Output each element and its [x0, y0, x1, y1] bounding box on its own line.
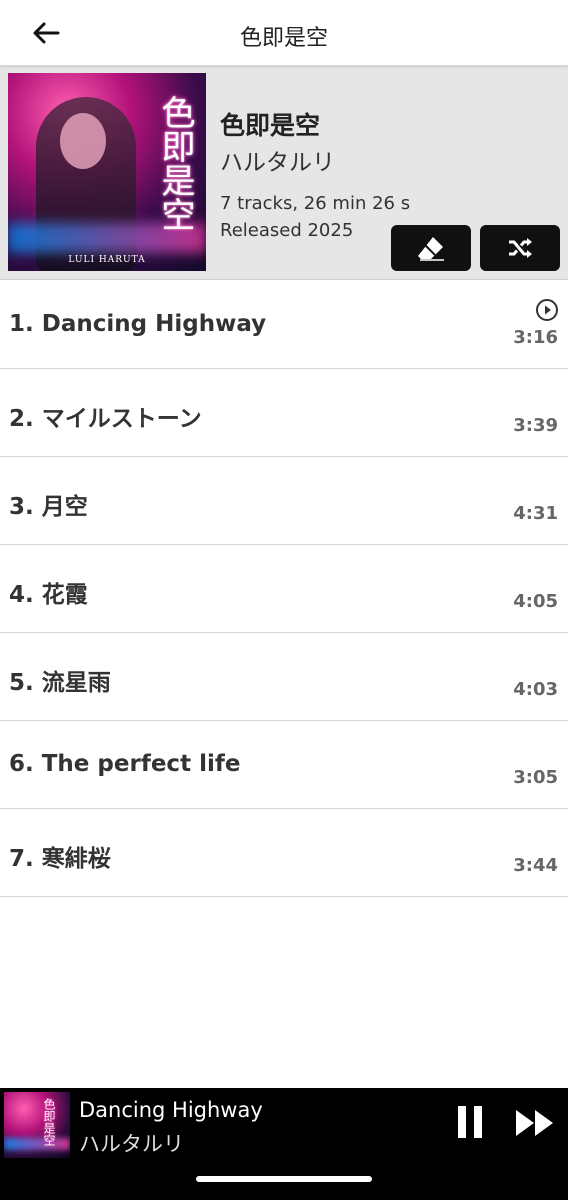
album-title: 色即是空	[220, 111, 321, 140]
track-list: 1. Dancing Highway 3:16 2. マイルストーン 3:39 …	[0, 281, 568, 897]
play-circle-icon	[536, 299, 558, 321]
pause-icon	[458, 1106, 482, 1138]
track-duration: 4:03	[513, 679, 558, 700]
track-duration: 4:05	[513, 591, 558, 612]
track-duration: 3:16	[513, 327, 558, 348]
edit-button[interactable]	[391, 225, 471, 271]
shuffle-button[interactable]	[480, 225, 560, 271]
track-row[interactable]: 4. 花霞 4:05	[0, 545, 568, 633]
album-artist[interactable]: ハルタルリ	[220, 143, 335, 177]
track-duration: 4:31	[513, 503, 558, 524]
track-title: 3. 月空	[9, 494, 88, 520]
top-app-bar: 色即是空	[0, 0, 568, 66]
now-playing-cover: 色即是空	[4, 1092, 70, 1158]
eraser-pencil-icon	[418, 237, 444, 261]
next-button[interactable]	[514, 1108, 556, 1138]
track-row[interactable]: 6. The perfect life 3:05	[0, 721, 568, 809]
track-row[interactable]: 1. Dancing Highway 3:16	[0, 281, 568, 369]
track-title: 5. 流星雨	[9, 670, 111, 696]
pause-button[interactable]	[454, 1104, 486, 1140]
track-title: 2. マイルストーン	[9, 406, 202, 432]
track-row[interactable]: 2. マイルストーン 3:39	[0, 369, 568, 457]
shuffle-icon	[509, 238, 532, 258]
now-playing-title: Dancing Highway	[79, 1098, 263, 1122]
home-indicator[interactable]	[196, 1176, 372, 1182]
album-header: 色即是空 LULI HARUTA 色即是空 ハルタルリ 7 tracks, 26…	[0, 66, 568, 280]
track-duration: 3:39	[513, 415, 558, 436]
mini-cover-glow	[4, 1138, 70, 1150]
album-release-year: Released 2025	[220, 220, 354, 241]
track-row[interactable]: 5. 流星雨 4:03	[0, 633, 568, 721]
cover-artist-text: LULI HARUTA	[68, 255, 146, 265]
mini-player[interactable]: 色即是空 Dancing Highway ハルタルリ	[0, 1088, 568, 1200]
cover-logo: 色即是空	[155, 95, 195, 231]
track-title: 1. Dancing Highway	[9, 311, 267, 337]
track-row[interactable]: 3. 月空 4:31	[0, 457, 568, 545]
cover-face	[60, 113, 106, 169]
mini-cover-logo: 色即是空	[42, 1098, 56, 1146]
track-row[interactable]: 7. 寒緋桜 3:44	[0, 809, 568, 897]
skip-next-icon	[516, 1110, 553, 1136]
track-title: 7. 寒緋桜	[9, 846, 111, 872]
album-cover: 色即是空 LULI HARUTA	[8, 73, 206, 271]
now-playing-artist: ハルタルリ	[79, 1132, 184, 1156]
track-title: 4. 花霞	[9, 582, 88, 608]
track-duration: 3:05	[513, 767, 558, 788]
album-track-summary: 7 tracks, 26 min 26 s	[220, 193, 411, 214]
track-title: 6. The perfect life	[9, 751, 241, 777]
page-title: 色即是空	[239, 26, 328, 51]
track-duration: 3:44	[513, 855, 558, 876]
